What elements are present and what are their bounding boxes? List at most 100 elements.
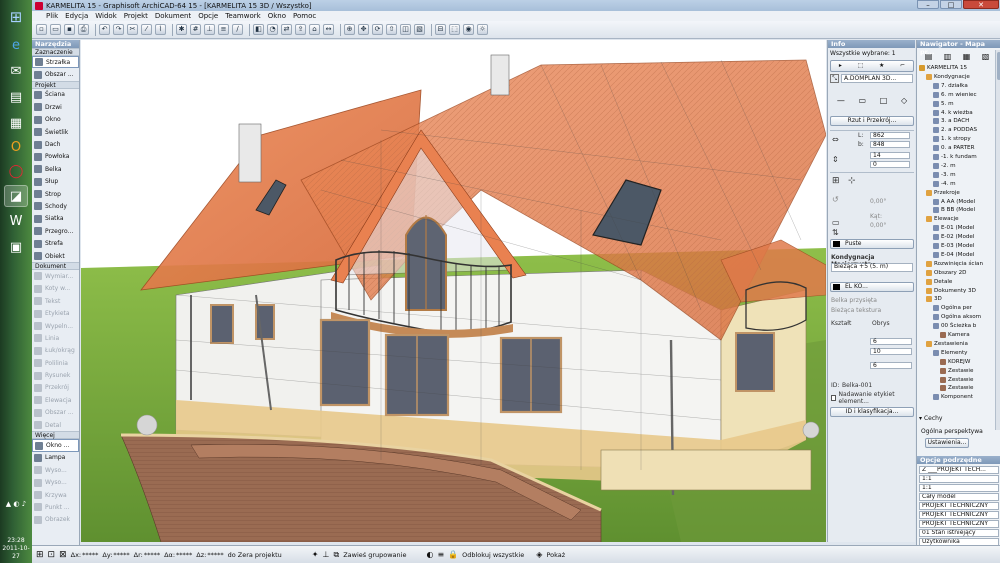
publisher-icon[interactable]: ▧	[982, 52, 990, 61]
tree-item[interactable]: 00 Ścieżka b	[933, 322, 976, 330]
dimension-icon[interactable]: ↔	[323, 24, 334, 35]
toolbox-group-header[interactable]: Dokument	[32, 262, 79, 271]
ax-value[interactable]: *****	[82, 551, 98, 559]
cut-icon[interactable]: ✂	[127, 24, 138, 35]
outlook-icon[interactable]: O	[4, 136, 28, 158]
dim-b-field[interactable]: 848	[870, 141, 910, 148]
menu-teamwork[interactable]: Teamwork	[225, 12, 260, 20]
tree-item[interactable]: -4. m	[933, 180, 956, 188]
tool-item[interactable]: Okno	[32, 114, 79, 126]
tree-item[interactable]: E-02 (Model	[933, 233, 974, 241]
project-map-icon[interactable]: ▤	[925, 52, 933, 61]
layer-selector[interactable]: EL KO...	[830, 282, 914, 292]
start-button[interactable]: ⊞	[4, 6, 28, 28]
snap-icon[interactable]: ✱	[176, 24, 187, 35]
tool-item[interactable]: Obiekt	[32, 250, 79, 262]
tool-item[interactable]: Rysunek	[32, 369, 79, 381]
tree-item[interactable]: Kamera	[940, 331, 970, 339]
syringe-icon[interactable]: ⌇	[155, 24, 166, 35]
tree-item[interactable]: B BB (Model	[933, 206, 975, 214]
tree-item[interactable]: Ogólna per	[933, 304, 972, 312]
tool-item[interactable]: Schody	[32, 200, 79, 212]
value-2-field[interactable]: 10	[870, 348, 912, 355]
diamond-icon[interactable]: ◇	[901, 96, 907, 105]
element-selector[interactable]: ⤡ A.DOMPLAN 3D...	[830, 74, 914, 83]
archicad-taskbar-icon[interactable]: ◪	[4, 185, 28, 207]
settings-button[interactable]: Ustawienia...	[925, 438, 969, 448]
ay-value[interactable]: *****	[113, 551, 129, 559]
eyedropper-icon[interactable]: ⁄	[141, 24, 152, 35]
value-3-field[interactable]: 6	[870, 362, 912, 369]
tree-item[interactable]: 7. działka	[933, 82, 968, 90]
menu-pomoc[interactable]: Pomoc	[293, 12, 316, 20]
tree-item[interactable]: Zestawie	[940, 376, 973, 384]
auto-label-checkbox[interactable]	[831, 395, 837, 401]
tray-icons[interactable]: ▲ ◐ ♪	[2, 500, 30, 508]
display-mode-icon[interactable]: ▧	[414, 24, 425, 35]
sub-option-field[interactable]: 1:1	[919, 484, 999, 492]
flip-icon[interactable]: ⇅	[832, 228, 839, 237]
tree-item[interactable]: Zestawie	[940, 384, 973, 392]
tree-item[interactable]: Komponent	[933, 393, 973, 401]
mailbox-icon[interactable]: ✉	[4, 60, 28, 82]
angle-1-value[interactable]: 0,00°	[870, 198, 886, 205]
toolbox-group-header[interactable]: Zaznaczenie	[32, 48, 79, 56]
opera-icon[interactable]: ◯	[4, 160, 28, 182]
tool-item[interactable]: Krzywa	[32, 489, 79, 501]
render-icon[interactable]: ◉	[463, 24, 474, 35]
story-field[interactable]: Bieżąca +5 (5. m)	[831, 263, 913, 272]
menu-widok[interactable]: Widok	[95, 12, 117, 20]
straight-line-icon[interactable]: —	[837, 96, 845, 105]
square-icon[interactable]: □	[880, 96, 888, 105]
dim-h-field[interactable]: 14	[870, 152, 910, 159]
tree-item[interactable]: Kondygnacje	[926, 73, 970, 81]
sub-option-field[interactable]: PROJEKT TECHNICZNY	[919, 502, 999, 510]
tool-item[interactable]: Łuk/okrąg	[32, 345, 79, 357]
marquee-icon[interactable]: ⬚	[449, 24, 460, 35]
cut-plane-icon[interactable]: ⊟	[435, 24, 446, 35]
tool-item[interactable]: Przegro...	[32, 225, 79, 237]
auto-label-row[interactable]: Nadawanie etykiet element...	[831, 391, 915, 405]
tree-item[interactable]: KARMELITA 15	[919, 64, 967, 72]
toolbox-group-header[interactable]: Projekt	[32, 80, 79, 89]
element-name-field[interactable]: A.DOMPLAN 3D...	[841, 74, 913, 83]
transform-icon[interactable]: ⤡	[830, 74, 839, 83]
tool-item[interactable]: Elewacja	[32, 394, 79, 406]
tree-item[interactable]: E-01 (Model	[933, 224, 974, 232]
menu-opcje[interactable]: Opcje	[198, 12, 218, 20]
value-1-field[interactable]: 6	[870, 338, 912, 345]
toolbox-group-header[interactable]: Więcej	[32, 431, 79, 440]
tool-item[interactable]: Tekst	[32, 295, 79, 307]
arrow-tool-icon[interactable]: ▸	[839, 62, 842, 70]
tree-item[interactable]: Elementy	[933, 349, 967, 357]
favorite-icon[interactable]: ★	[879, 62, 884, 70]
open-file-icon[interactable]: ▭	[50, 24, 61, 35]
view-map-icon[interactable]: ▥	[944, 52, 952, 61]
dim-a-field[interactable]: 862	[870, 132, 910, 139]
trace-icon[interactable]: ◧	[253, 24, 264, 35]
surface-selector[interactable]: Puste	[830, 239, 914, 249]
dim-z-field[interactable]: 0	[870, 161, 910, 168]
sub-option-field[interactable]: 1:1	[919, 475, 999, 483]
grid-snap-icon[interactable]: #	[190, 24, 201, 35]
snap-guide-icon[interactable]: ⊥	[323, 550, 330, 559]
tool-item[interactable]: Przekrój	[32, 382, 79, 394]
tool-item[interactable]: Ściana	[32, 89, 79, 101]
id-classification-button[interactable]: ID i klasyfikacja...	[830, 407, 914, 417]
tool-item[interactable]: Strop	[32, 188, 79, 200]
tool-item[interactable]: Lampa	[32, 452, 79, 464]
tool-item[interactable]: Powłoka	[32, 151, 79, 163]
tree-item[interactable]: Zestawienia	[926, 340, 968, 348]
tool-item[interactable]: Punkt ...	[32, 501, 79, 513]
plan-section-button[interactable]: Rzut i Przekrój...	[830, 116, 914, 126]
maximize-button[interactable]: □	[940, 0, 962, 9]
tree-item[interactable]: 0. a PARTER	[933, 144, 974, 152]
chevron-down-icon[interactable]: ▾	[919, 415, 922, 422]
ruler-icon[interactable]: ⌐	[900, 62, 905, 70]
sun-icon[interactable]: ☼	[477, 24, 488, 35]
tool-item[interactable]: Świetlik	[32, 126, 79, 138]
sub-option-field[interactable]: 01 Stan istniejący	[919, 529, 999, 537]
guide-icon[interactable]: ⊥	[204, 24, 215, 35]
tool-item[interactable]: Obszar ...	[32, 68, 79, 80]
navigator-scrollbar[interactable]	[995, 50, 1000, 430]
